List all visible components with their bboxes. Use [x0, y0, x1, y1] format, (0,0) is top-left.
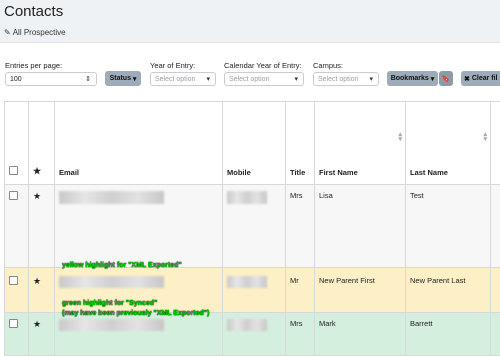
title-cell: Mrs — [286, 185, 315, 268]
campus-placeholder: Select option — [318, 76, 358, 83]
first-name-cell: New Parent First — [315, 268, 406, 313]
title-cell: Mr — [286, 268, 315, 313]
chevron-down-icon: ▾ — [294, 75, 298, 83]
cal-year-select[interactable]: Select option ▾ — [224, 72, 304, 86]
mobile-header-label: Mobile — [227, 168, 251, 177]
cal-year-label: Calendar Year of Entry: — [224, 61, 302, 70]
sort-icon: ▴▾ — [483, 132, 487, 142]
yellow-annotation: yellow highlight for "XML Exported" — [62, 262, 182, 269]
year-entry-select[interactable]: Select option ▾ — [150, 72, 216, 86]
star-cell[interactable]: ★ — [29, 313, 55, 356]
first-name-cell: Mark — [315, 313, 406, 356]
row-select-cell — [5, 185, 29, 268]
last-name-header[interactable]: Last Name ▴▾ — [406, 102, 491, 185]
header-row: ★ Email Mobile Title First Name ▴▾ Last N… — [5, 102, 500, 185]
redacted-email — [59, 276, 164, 288]
table-row[interactable]: ★ Mrs Mark Barrett — [5, 313, 500, 356]
redacted-email — [59, 319, 164, 331]
sort-icon: ▴▾ — [398, 132, 402, 142]
email-cell — [55, 313, 223, 356]
subtitle-label: All Prospective — [13, 28, 66, 37]
row-checkbox[interactable] — [9, 319, 18, 328]
green-annotation-line2: (may have been previously "XML Exported"… — [62, 310, 209, 317]
email-header-label: Email — [59, 168, 79, 177]
status-button[interactable]: Status ▾ — [105, 71, 141, 86]
chevron-down-icon: ▾ — [131, 75, 136, 83]
entries-select[interactable]: 100 ⇕ — [5, 72, 97, 86]
year-entry-placeholder: Select option — [155, 76, 195, 83]
bookmarks-label: Bookmarks — [391, 75, 429, 82]
email-header[interactable]: Email — [55, 102, 223, 185]
edit-icon: ✎ — [4, 28, 11, 37]
email-cell — [55, 185, 223, 268]
last-name-cell: Test — [406, 185, 491, 268]
star-cell[interactable]: ★ — [29, 185, 55, 268]
mobile-header[interactable]: Mobile — [223, 102, 286, 185]
page-title: Contacts — [4, 3, 63, 20]
star-cell[interactable]: ★ — [29, 268, 55, 313]
star-header[interactable]: ★ — [29, 102, 55, 185]
star-icon: ★ — [33, 166, 41, 176]
extra-cell — [491, 313, 500, 356]
chevron-down-icon: ▾ — [429, 75, 434, 83]
x-icon: ✖ — [464, 75, 472, 83]
green-annotation-line1: green highlight for "Synced" — [62, 300, 157, 307]
table-row[interactable]: ★ Mrs Lisa Test — [5, 185, 500, 268]
star-icon: ★ — [33, 276, 41, 286]
mobile-cell — [223, 185, 286, 268]
mobile-cell — [223, 313, 286, 356]
extra-cell — [491, 185, 500, 268]
last-name-cell: New Parent Last — [406, 268, 491, 313]
status-label: Status — [110, 75, 131, 82]
first-name-header-label: First Name — [319, 168, 358, 177]
extra-header — [491, 102, 500, 185]
chevron-down-icon: ▾ — [206, 75, 210, 83]
last-name-cell: Barrett — [406, 313, 491, 356]
bookmark-button[interactable]: 🔖 — [439, 71, 453, 86]
row-select-cell — [5, 313, 29, 356]
mobile-cell — [223, 268, 286, 313]
row-select-cell — [5, 268, 29, 313]
select-all-cell — [5, 102, 29, 185]
prospective-link[interactable]: ✎ All Prospective — [4, 28, 66, 37]
title-header[interactable]: Title — [286, 102, 315, 185]
row-checkbox[interactable] — [9, 276, 18, 285]
bookmark-icon: 🔖 — [442, 75, 451, 83]
row-checkbox[interactable] — [9, 191, 18, 200]
bookmarks-button[interactable]: Bookmarks ▾ — [387, 71, 438, 86]
select-all-checkbox[interactable] — [9, 166, 18, 175]
title-cell: Mrs — [286, 313, 315, 356]
first-name-header[interactable]: First Name ▴▾ — [315, 102, 406, 185]
updown-icon: ⇕ — [85, 75, 91, 83]
entries-value: 100 — [10, 76, 22, 83]
clear-label: Clear fil — [472, 75, 498, 82]
contacts-table: ★ Email Mobile Title First Name ▴▾ Last N… — [4, 101, 500, 356]
last-name-header-label: Last Name — [410, 168, 448, 177]
year-entry-label: Year of Entry: — [150, 61, 195, 70]
entries-label: Entries per page: — [5, 61, 62, 70]
first-name-cell: Lisa — [315, 185, 406, 268]
chevron-down-icon: ▾ — [369, 75, 373, 83]
redacted-mobile — [227, 276, 267, 288]
title-header-label: Title — [290, 168, 305, 177]
star-icon: ★ — [33, 191, 41, 201]
redacted-mobile — [227, 191, 267, 204]
clear-filters-button[interactable]: ✖ Clear fil — [461, 71, 500, 86]
extra-cell — [491, 268, 500, 313]
star-icon: ★ — [33, 319, 41, 329]
page-header: Contacts ✎ All Prospective — [0, 0, 500, 43]
redacted-mobile — [227, 319, 267, 331]
cal-year-placeholder: Select option — [229, 76, 269, 83]
campus-select[interactable]: Select option ▾ — [313, 72, 379, 86]
campus-label: Campus: — [313, 61, 343, 70]
redacted-email — [59, 191, 164, 204]
